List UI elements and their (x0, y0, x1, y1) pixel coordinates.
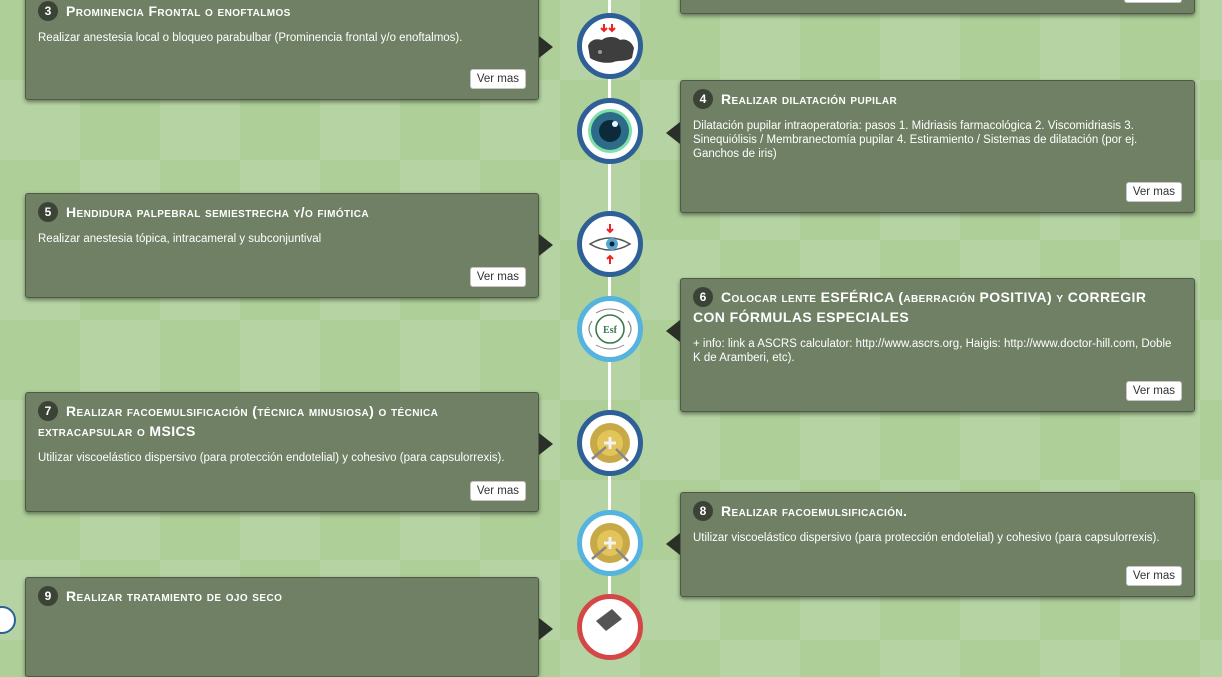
phaco-icon (590, 523, 630, 563)
step-number: 8 (693, 501, 713, 521)
step-description: + info: link a ASCRS calculator: http://… (693, 338, 1172, 365)
timeline-card-step-6: 6 Colocar lente ESFÉRICA (aberración POSI… (666, 278, 1195, 412)
ver-mas-button[interactable]: Ver mas (469, 267, 526, 287)
timeline-card-step-9: 9 Realizar tratamiento de ojo seco (25, 577, 553, 677)
ver-mas-button[interactable]: Ver mas (1125, 381, 1182, 401)
head-pressure-icon (588, 24, 634, 63)
timeline-card-step-4: 4 Realizar dilatación pupilar Dilatación … (666, 80, 1195, 213)
timeline-marker-step-5[interactable] (577, 211, 643, 277)
step-description: Utilizar viscoelástico dispersivo (para … (38, 452, 505, 465)
ver-mas-button[interactable]: Ver mas (469, 69, 526, 89)
step-title: Hendidura palpebral semiestrecha y/o fim… (66, 204, 369, 220)
step-number: 9 (38, 586, 58, 606)
ver-mas-button[interactable]: Ver mas (1125, 566, 1182, 586)
timeline-card-step-3: 3 Prominencia Frontal o enoftalmos Realiz… (25, 0, 553, 100)
step-number: 3 (38, 1, 58, 21)
step-title: Colocar lente ESFÉRICA (aberración POSIT… (693, 289, 1147, 326)
ver-mas-button[interactable]: Ver mas (469, 481, 526, 501)
step-number: 7 (38, 401, 58, 421)
step-description: Utilizar viscoelástico dispersivo (para … (693, 532, 1160, 545)
step-title: Prominencia Frontal o enoftalmos (66, 3, 291, 19)
step-title: Realizar facoemulsificación. (721, 503, 908, 519)
phaco-icon (590, 423, 630, 463)
step-number: 4 (693, 89, 713, 109)
svg-text:Esf: Esf (603, 325, 618, 336)
step-title: Realizar dilatación pupilar (721, 91, 898, 107)
ver-mas-button[interactable]: Ver mas (1125, 182, 1182, 202)
partial-button[interactable] (1124, 0, 1182, 3)
timeline-marker-step-3[interactable] (577, 13, 643, 79)
timeline-marker-step-7[interactable] (577, 410, 643, 476)
timeline-marker-step-9[interactable] (577, 594, 643, 660)
back-to-top-button[interactable] (0, 606, 16, 634)
timeline-card-step-8: 8 Realizar facoemulsificación. Utilizar v… (666, 492, 1195, 597)
eye-narrow-icon (588, 224, 632, 264)
step-description: Realizar anestesia local o bloqueo parab… (38, 32, 463, 45)
timeline-marker-step-4[interactable] (577, 98, 643, 164)
dry-eye-icon (596, 609, 622, 631)
step-number: 6 (693, 287, 713, 307)
pupil-icon (588, 109, 632, 153)
timeline-card-step-7: 7 Realizar facoemulsificación (técnica mi… (25, 392, 553, 512)
timeline-card-step-5: 5 Hendidura palpebral semiestrecha y/o fi… (25, 193, 553, 298)
step-description: Realizar anestesia tópica, intracameral … (38, 233, 322, 246)
step-title: Realizar facoemulsificación (técnica min… (38, 403, 439, 440)
timeline-marker-step-6[interactable]: Esf (577, 296, 643, 362)
spherical-lens-icon: Esf (588, 308, 632, 350)
timeline-marker-step-8[interactable] (577, 510, 643, 576)
step-description: Dilatación pupilar intraoperatoria: paso… (693, 120, 1138, 161)
timeline-card-partial (680, 0, 1195, 14)
step-number: 5 (38, 202, 58, 222)
step-title: Realizar tratamiento de ojo seco (66, 588, 283, 604)
